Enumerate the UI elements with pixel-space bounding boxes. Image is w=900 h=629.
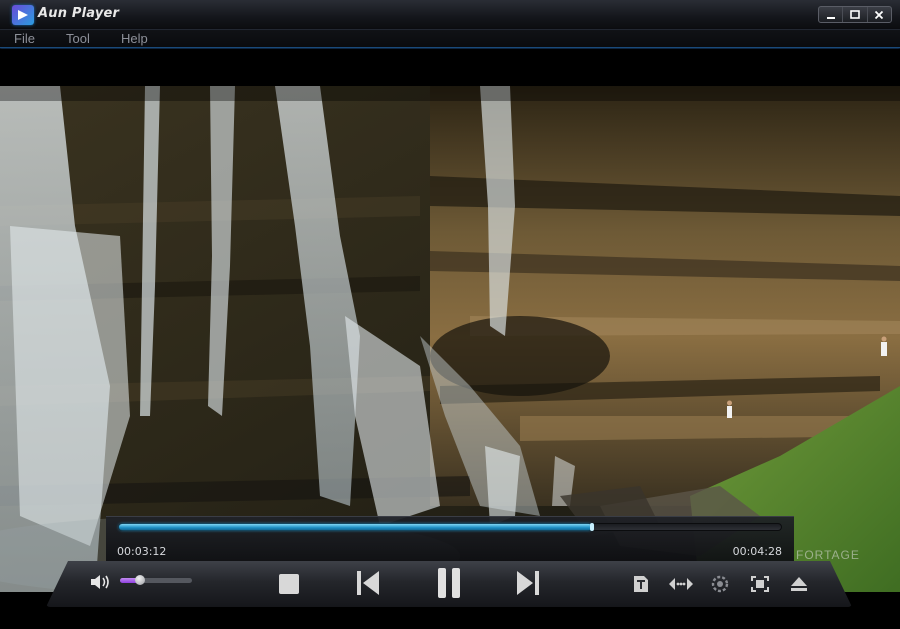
seek-handle[interactable] [590,523,595,531]
close-icon [875,10,884,19]
aspect-ratio-button[interactable] [666,573,696,595]
menu-file[interactable]: File [14,31,35,46]
title-bar[interactable]: Aun Player [0,0,900,30]
video-letterbox-top [0,49,900,86]
menu-bar: File Tool Help [0,30,900,48]
watermark-text: FORTAGE [796,548,860,562]
seek-progress [119,524,593,530]
pause-button[interactable] [432,565,466,601]
previous-button[interactable] [352,567,384,599]
next-icon [517,571,539,595]
minimize-button[interactable] [819,7,842,22]
maximize-button[interactable] [842,7,866,22]
window-title: Aun Player [38,6,120,21]
elapsed-time: 00:03:12 [117,545,167,558]
previous-icon [357,571,379,595]
subtitle-icon [634,576,648,592]
eject-button[interactable] [788,573,810,595]
volume-icon [91,575,109,589]
settings-icon [711,575,729,593]
pause-icon [438,568,460,598]
fullscreen-button[interactable] [749,573,771,595]
subtitle-button[interactable] [630,573,652,595]
settings-button[interactable] [709,573,731,595]
next-button[interactable] [512,567,544,599]
menu-tool[interactable]: Tool [66,31,90,46]
close-button[interactable] [866,7,891,22]
window-controls [818,6,892,23]
total-time: 00:04:28 [732,545,782,558]
app-logo-icon [12,5,34,25]
stop-button[interactable] [274,570,304,598]
aspect-ratio-icon [669,578,693,590]
eject-icon [791,577,807,591]
maximize-icon [850,9,860,19]
playback-panel: 00:03:12 00:04:28 [106,516,794,562]
stop-icon [279,574,299,594]
volume-slider[interactable] [120,575,192,585]
minimize-icon [826,16,835,19]
menu-help[interactable]: Help [121,31,148,46]
volume-handle[interactable] [135,575,146,585]
fullscreen-icon [751,576,769,592]
mute-button[interactable] [88,571,114,593]
control-bar [46,561,852,607]
seek-bar[interactable] [118,523,782,531]
